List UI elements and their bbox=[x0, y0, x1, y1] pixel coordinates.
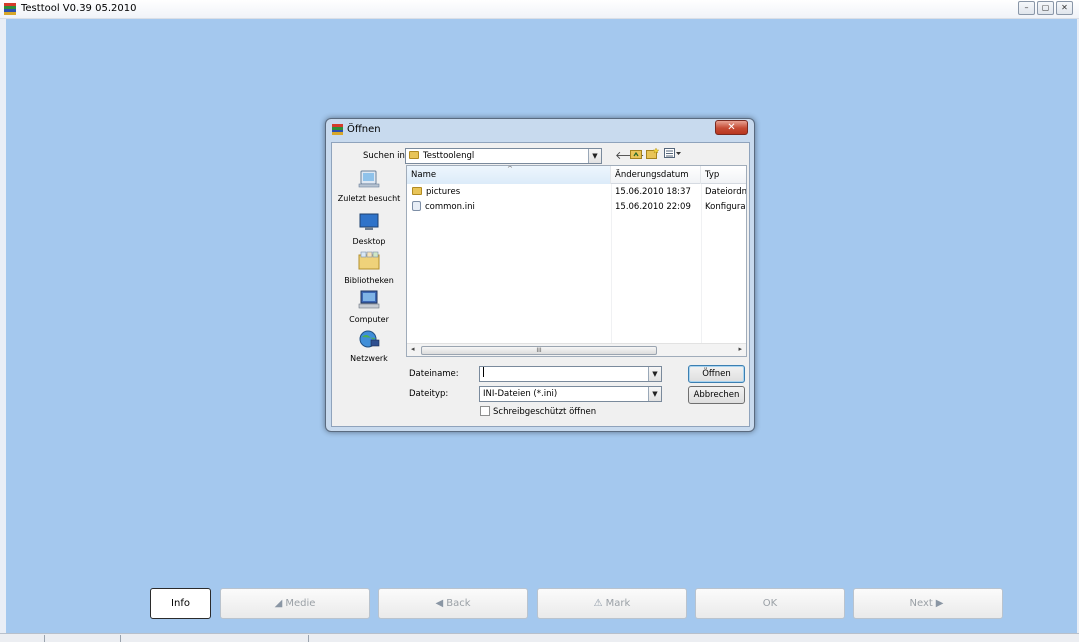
info-button[interactable]: Info bbox=[150, 588, 211, 619]
column-header-date[interactable]: Änderungsdatum bbox=[611, 166, 701, 184]
pen-icon: ◢ bbox=[274, 598, 283, 609]
ok-button[interactable]: OK bbox=[695, 588, 845, 619]
place-network[interactable]: Netzwerk bbox=[334, 329, 404, 363]
info-label: Info bbox=[171, 598, 190, 609]
back-arrow-icon: ◀ bbox=[435, 598, 444, 609]
new-folder-icon[interactable] bbox=[646, 147, 660, 162]
warning-icon: ⚠ bbox=[593, 598, 603, 609]
back-label: Back bbox=[446, 598, 471, 609]
file-name: pictures bbox=[426, 187, 461, 197]
view-menu-icon[interactable] bbox=[664, 148, 682, 162]
next-arrow-icon: ▶ bbox=[935, 598, 944, 609]
filetype-label: Dateityp: bbox=[409, 389, 449, 399]
chevron-down-icon[interactable]: ▼ bbox=[588, 149, 601, 163]
look-in-label: Suchen in: bbox=[363, 151, 408, 161]
place-recent[interactable]: Zuletzt besucht bbox=[334, 169, 404, 203]
dialog-toolbar: 🡐 bbox=[615, 147, 695, 162]
ini-file-icon bbox=[412, 201, 421, 211]
place-computer[interactable]: Computer bbox=[334, 290, 404, 324]
scroll-right-icon[interactable]: ▸ bbox=[738, 345, 742, 353]
mark-label: Mark bbox=[605, 598, 631, 609]
column-header-type[interactable]: Typ bbox=[701, 166, 746, 184]
app-icon bbox=[4, 3, 16, 15]
ok-label: OK bbox=[762, 598, 778, 609]
open-button[interactable]: Öffnen bbox=[688, 365, 745, 383]
up-folder-icon[interactable] bbox=[630, 148, 642, 162]
column-header-name[interactable]: Name ^ bbox=[407, 166, 611, 184]
app-title: Testtool V0.39 05.2010 bbox=[21, 3, 137, 14]
status-bar bbox=[0, 633, 1079, 642]
scroll-thumb[interactable]: III bbox=[421, 346, 657, 355]
minimize-button[interactable]: – bbox=[1018, 1, 1035, 15]
media-button[interactable]: ◢ Medie bbox=[220, 588, 370, 619]
text-caret bbox=[483, 367, 484, 377]
next-label: Next bbox=[909, 598, 933, 609]
column-name-label: Name bbox=[411, 170, 437, 180]
chevron-down-icon[interactable]: ▼ bbox=[648, 387, 661, 401]
folder-icon bbox=[409, 151, 419, 159]
sort-caret-icon: ^ bbox=[507, 166, 513, 173]
chevron-down-icon[interactable]: ▼ bbox=[648, 367, 661, 381]
dialog-title: Öffnen bbox=[347, 124, 381, 135]
app-title-bar: Testtool V0.39 05.2010 – ▢ ✕ bbox=[0, 0, 1079, 19]
horizontal-scrollbar[interactable]: ◂ III ▸ bbox=[407, 343, 746, 356]
mark-button[interactable]: ⚠ Mark bbox=[537, 588, 687, 619]
open-file-dialog: Öffnen ✕ Suchen in: Testtoolengl ▼ 🡐 Zul… bbox=[325, 118, 755, 432]
status-separator bbox=[44, 635, 45, 642]
readonly-checkbox[interactable] bbox=[480, 406, 490, 416]
place-label: Desktop bbox=[352, 237, 386, 246]
status-separator bbox=[308, 635, 309, 642]
file-name: common.ini bbox=[425, 202, 475, 212]
recent-places-icon bbox=[358, 170, 380, 188]
places-bar: Zuletzt besucht Desktop Bibliotheken Com… bbox=[334, 165, 404, 376]
look-in-combo[interactable]: Testtoolengl ▼ bbox=[405, 148, 602, 164]
file-row-pictures[interactable]: pictures 15.06.2010 18:37 Dateiordn bbox=[407, 185, 746, 200]
close-button[interactable]: ✕ bbox=[1056, 1, 1073, 15]
filetype-combo[interactable]: INI-Dateien (*.ini) ▼ bbox=[479, 386, 662, 402]
scroll-left-icon[interactable]: ◂ bbox=[411, 345, 415, 353]
look-in-value: Testtoolengl bbox=[423, 151, 475, 161]
filename-label: Dateiname: bbox=[409, 369, 459, 379]
dialog-app-icon bbox=[332, 124, 343, 135]
place-label: Netzwerk bbox=[350, 354, 388, 363]
file-date: 15.06.2010 18:37 bbox=[615, 187, 691, 197]
file-list-header: Name ^ Änderungsdatum Typ bbox=[407, 166, 746, 184]
libraries-icon bbox=[358, 251, 380, 270]
computer-icon bbox=[358, 290, 380, 309]
readonly-label: Schreibgeschützt öffnen bbox=[493, 407, 597, 417]
file-date: 15.06.2010 22:09 bbox=[615, 202, 691, 212]
place-label: Computer bbox=[349, 315, 389, 324]
filetype-value: INI-Dateien (*.ini) bbox=[483, 389, 558, 399]
folder-icon bbox=[412, 187, 422, 195]
cancel-button[interactable]: Abbrechen bbox=[688, 386, 745, 404]
place-libraries[interactable]: Bibliotheken bbox=[334, 251, 404, 285]
dialog-body: Suchen in: Testtoolengl ▼ 🡐 Zuletzt besu… bbox=[331, 142, 750, 427]
file-type: Dateiordn bbox=[705, 187, 747, 197]
network-globe-icon bbox=[359, 330, 380, 348]
dialog-close-button[interactable]: ✕ bbox=[715, 120, 748, 135]
desktop-icon bbox=[359, 213, 379, 230]
maximize-button[interactable]: ▢ bbox=[1037, 1, 1054, 15]
status-separator bbox=[120, 635, 121, 642]
file-type: Konfigura bbox=[705, 202, 746, 212]
media-label: Medie bbox=[285, 598, 316, 609]
next-button[interactable]: Next ▶ bbox=[853, 588, 1003, 619]
file-row-common-ini[interactable]: common.ini 15.06.2010 22:09 Konfigura bbox=[407, 200, 746, 215]
dialog-title-bar: Öffnen ✕ bbox=[326, 119, 754, 141]
filename-combo[interactable]: ▼ bbox=[479, 366, 662, 382]
back-button[interactable]: ◀ Back bbox=[378, 588, 528, 619]
window-controls: – ▢ ✕ bbox=[1018, 1, 1073, 15]
place-label: Zuletzt besucht bbox=[337, 194, 401, 203]
place-label: Bibliotheken bbox=[344, 276, 394, 285]
file-list: Name ^ Änderungsdatum Typ pictures 15.06… bbox=[406, 165, 747, 357]
place-desktop[interactable]: Desktop bbox=[334, 212, 404, 246]
